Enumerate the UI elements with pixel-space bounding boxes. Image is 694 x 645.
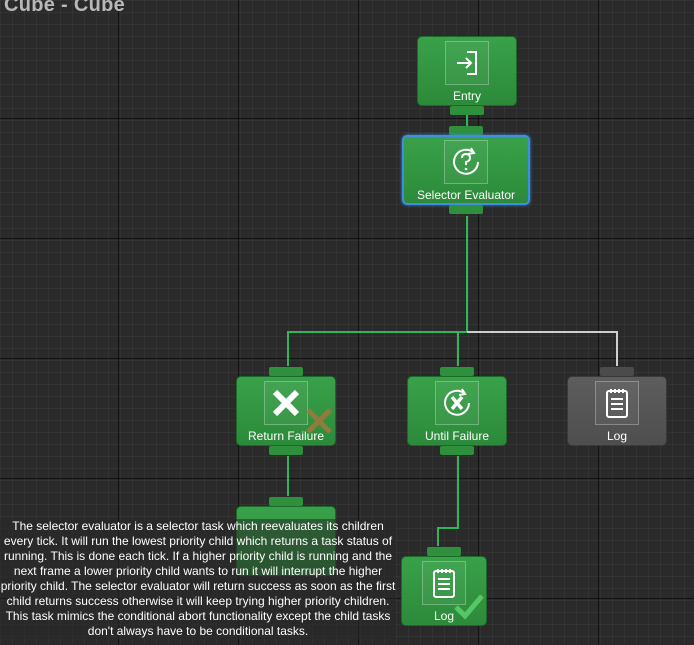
input-port[interactable] xyxy=(600,367,634,376)
node-selector-evaluator[interactable]: Selector Evaluator xyxy=(402,126,530,214)
question-refresh-icon xyxy=(444,140,488,184)
input-port[interactable] xyxy=(269,497,303,506)
node-label: Log xyxy=(433,609,455,623)
output-port[interactable] xyxy=(269,446,303,455)
output-port[interactable] xyxy=(450,106,484,115)
task-description: The selector evaluator is a selector tas… xyxy=(0,519,396,639)
input-port[interactable] xyxy=(269,367,303,376)
input-port[interactable] xyxy=(449,126,483,135)
x-icon xyxy=(264,381,308,425)
input-port[interactable] xyxy=(427,547,461,556)
node-log-disabled[interactable]: Log xyxy=(567,367,667,446)
node-label: Selector Evaluator xyxy=(416,188,516,202)
output-port[interactable] xyxy=(449,205,483,214)
node-until-failure[interactable]: Until Failure xyxy=(407,367,507,455)
edge-selector-to-return-failure xyxy=(287,216,468,366)
node-label: Log xyxy=(606,429,628,443)
node-label: Until Failure xyxy=(424,429,490,443)
node-label: Return Failure xyxy=(247,429,325,443)
input-port[interactable] xyxy=(440,367,474,376)
x-refresh-icon xyxy=(435,381,479,425)
node-return-failure[interactable]: Return Failure xyxy=(236,367,336,455)
entry-arrow-icon xyxy=(445,41,489,85)
node-label: Entry xyxy=(452,89,481,103)
edge-until-failure-to-log xyxy=(437,456,459,546)
node-log-success[interactable]: Log xyxy=(401,547,487,626)
node-entry[interactable]: Entry xyxy=(417,36,517,115)
edge-selector-to-disabled-log xyxy=(467,331,618,366)
notepad-icon xyxy=(595,381,639,425)
output-port[interactable] xyxy=(440,446,474,455)
